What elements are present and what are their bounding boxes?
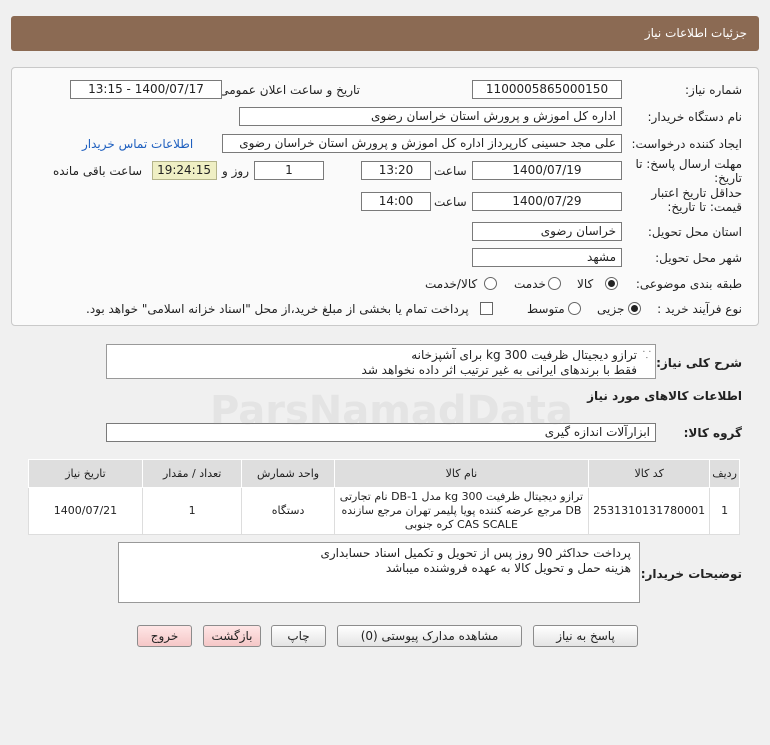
buyer-org-label: نام دستگاه خریدار: bbox=[647, 110, 743, 124]
deadline-time-label: ساعت bbox=[434, 164, 467, 178]
need-number-label: شماره نیاز: bbox=[685, 83, 742, 97]
buyer-notes-line-2: هزینه حمل و تحویل کالا به عهده فروشنده م… bbox=[385, 561, 631, 575]
remaining-time-label: ساعت باقی مانده bbox=[53, 164, 143, 178]
col-header-index: ردیف bbox=[709, 459, 740, 488]
buyer-contact-link[interactable]: اطلاعات تماس خریدار bbox=[82, 137, 193, 151]
deadline-label: مهلت ارسال پاسخ: تا تاریخ: bbox=[635, 157, 742, 185]
buyer-notes-box: پرداخت حداکثر 90 روز پس از تحویل و تکمیل… bbox=[118, 542, 640, 603]
print-button[interactable]: چاپ bbox=[271, 625, 326, 647]
validity-date-value: 1400/07/29 bbox=[472, 192, 622, 211]
category-radio-goods[interactable] bbox=[605, 277, 618, 290]
validity-time-value: 14:00 bbox=[361, 192, 431, 211]
summary-line-2: فقط با برندهای ایرانی به غیر ترتیب اثر د… bbox=[361, 363, 637, 377]
cell-unit: دستگاه bbox=[241, 487, 335, 535]
province-value: خراسان رضوی bbox=[472, 222, 622, 241]
cell-name: ترازو دیجیتال ظرفیت 300 kg مدل DB-1 نام … bbox=[333, 487, 590, 535]
cell-date: 1400/07/21 bbox=[28, 487, 143, 535]
buyer-notes-label: توضیحات خریدار: bbox=[640, 567, 742, 581]
items-table: ردیف کد کالا نام کالا واحد شمارش تعداد /… bbox=[28, 459, 740, 535]
goods-group-value: ابزارآلات اندازه گیری bbox=[106, 423, 656, 442]
col-header-code: کد کالا bbox=[588, 459, 711, 488]
reply-button[interactable]: پاسخ به نیاز bbox=[533, 625, 638, 647]
back-button[interactable]: بازگشت bbox=[203, 625, 261, 647]
process-label: نوع فرآیند خرید : bbox=[657, 302, 742, 316]
cell-index: 1 bbox=[709, 487, 740, 535]
days-label: روز و bbox=[222, 164, 249, 178]
process-radio-minor[interactable] bbox=[628, 302, 641, 315]
table-header-row: ردیف کد کالا نام کالا واحد شمارش تعداد /… bbox=[28, 459, 740, 488]
page-title: جزئیات اطلاعات نیاز bbox=[644, 26, 747, 40]
process-option-minor: جزیی bbox=[597, 302, 625, 316]
city-label: شهر محل تحویل: bbox=[655, 251, 742, 265]
view-attachments-button[interactable]: مشاهده مدارک پیوستی (0) bbox=[337, 625, 522, 647]
col-header-name: نام کالا bbox=[333, 459, 590, 488]
summary-label: شرح کلی نیاز: bbox=[656, 356, 742, 370]
table-row: 1 2531310131780001 ترازو دیجیتال ظرفیت 3… bbox=[28, 487, 740, 535]
page-header: جزئیات اطلاعات نیاز bbox=[11, 16, 759, 51]
col-header-qty: تعداد / مقدار bbox=[141, 459, 243, 488]
buyer-notes-line-1: پرداخت حداکثر 90 روز پس از تحویل و تکمیل… bbox=[320, 546, 631, 560]
validity-label: حداقل تاریخ اعتبار قیمت: تا تاریخ: bbox=[651, 186, 742, 214]
cell-code: 2531310131780001 bbox=[588, 487, 711, 535]
process-option-medium: متوسط bbox=[527, 302, 565, 316]
resize-handle-icon: ⸪ bbox=[642, 350, 651, 361]
remaining-time-value: 19:24:15 bbox=[152, 161, 217, 180]
treasury-checkbox[interactable] bbox=[480, 302, 493, 315]
city-value: مشهد bbox=[472, 248, 622, 267]
summary-box: ⸪ ترازو دیجیتال ظرفیت 300 kg برای آشپزخا… bbox=[106, 344, 656, 379]
goods-info-title: اطلاعات کالاهای مورد نیاز bbox=[587, 389, 742, 403]
category-option-goods-service: کالا/خدمت bbox=[425, 277, 478, 291]
process-radio-medium[interactable] bbox=[568, 302, 581, 315]
validity-time-label: ساعت bbox=[434, 195, 467, 209]
category-label: طبقه بندی موضوعی: bbox=[635, 277, 742, 291]
announce-value: 1400/07/17 - 13:15 bbox=[70, 80, 222, 99]
category-radio-service[interactable] bbox=[548, 277, 561, 290]
deadline-time-value: 13:20 bbox=[361, 161, 431, 180]
announce-label: تاریخ و ساعت اعلان عمومی: bbox=[215, 83, 360, 97]
deadline-date-value: 1400/07/19 bbox=[472, 161, 622, 180]
exit-button[interactable]: خروج bbox=[137, 625, 192, 647]
col-header-date: تاریخ نیاز bbox=[28, 459, 143, 488]
col-header-unit: واحد شمارش bbox=[241, 459, 335, 488]
category-radio-goods-service[interactable] bbox=[484, 277, 497, 290]
category-option-goods: کالا bbox=[577, 277, 594, 291]
requester-label: ایجاد کننده درخواست: bbox=[631, 137, 742, 151]
need-number-value: 1100005865000150 bbox=[472, 80, 622, 99]
days-remaining-value: 1 bbox=[254, 161, 324, 180]
buyer-org-value: اداره کل اموزش و پرورش استان خراسان رضوی bbox=[239, 107, 622, 126]
category-option-service: خدمت bbox=[514, 277, 546, 291]
goods-group-label: گروه کالا: bbox=[683, 426, 742, 440]
cell-qty: 1 bbox=[141, 487, 243, 535]
province-label: استان محل تحویل: bbox=[647, 225, 742, 239]
summary-line-1: ترازو دیجیتال ظرفیت 300 kg برای آشپزخانه bbox=[411, 348, 637, 362]
treasury-note: پرداخت تمام یا بخشی از مبلغ خرید،از محل … bbox=[86, 302, 469, 316]
requester-value: علی مجد حسینی کارپرداز اداره کل اموزش و … bbox=[222, 134, 622, 153]
